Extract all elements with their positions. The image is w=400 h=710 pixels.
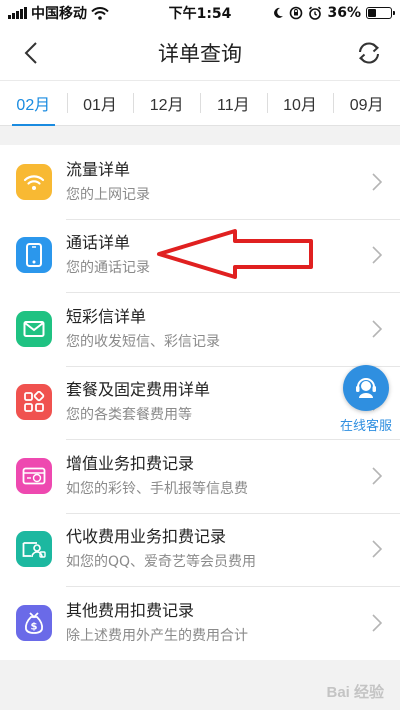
list-item-title: 代收费用业务扣费记录: [66, 527, 227, 547]
back-button[interactable]: [14, 36, 48, 70]
list-item-subtitle: 如您的彩铃、手机报等信息费: [66, 480, 248, 497]
page-title: 详单查询: [158, 42, 242, 66]
moon-icon: [274, 7, 284, 18]
tab-month-3[interactable]: 11月: [200, 80, 267, 126]
mail-icon: [16, 310, 52, 347]
list-item-text: 代收费用业务扣费记录 如您的QQ、爱奇艺等会员费用: [66, 526, 370, 572]
status-bar: 中国移动 下午1:54 36%: [0, 0, 400, 26]
tab-month-1[interactable]: 01月: [66, 80, 134, 126]
chevron-right-icon: [370, 538, 384, 560]
online-service-label: 在线客服: [339, 419, 392, 434]
svg-text:$: $: [31, 621, 38, 632]
refresh-button[interactable]: [352, 36, 386, 70]
battery-fill: [368, 9, 376, 17]
tab-month-0[interactable]: 02月: [0, 80, 67, 126]
wifi-icon: [16, 163, 52, 200]
phone-icon: [16, 237, 52, 274]
signal-icon: [8, 7, 27, 19]
tab-month-2[interactable]: 12月: [133, 80, 200, 126]
tab-month-4[interactable]: 10月: [266, 80, 334, 126]
list-item-text: 增值业务扣费记录 如您的彩铃、手机报等信息费: [66, 453, 370, 499]
list-item-text: 其他费用扣费记录 除上述费用外产生的费用合计: [66, 600, 370, 646]
nav-bar: 详单查询: [0, 26, 400, 80]
alarm-icon: [309, 6, 322, 20]
rotation-lock-icon: [290, 6, 303, 20]
chevron-right-icon: [370, 612, 384, 634]
list-item-text: 流量详单 您的上网记录: [66, 159, 370, 205]
list-item-subtitle: 如您的QQ、爱奇艺等会员费用: [66, 554, 257, 571]
month-tabs: 02月 01月 12月 11月 10月 09月: [0, 80, 400, 126]
list-item-value-added[interactable]: 增值业务扣费记录 如您的彩铃、手机报等信息费: [0, 439, 400, 513]
list-item-subtitle: 您的上网记录: [66, 186, 150, 203]
refresh-icon: [358, 42, 380, 64]
list-item-sms-records[interactable]: 短彩信详单 您的收发短信、彩信记录: [0, 292, 400, 366]
money-bag-icon: $: [16, 604, 52, 641]
carrier-name: 中国移动: [31, 6, 87, 22]
chevron-right-icon: [370, 171, 384, 193]
list-item-other-fees[interactable]: $ 其他费用扣费记录 除上述费用外产生的费用合计: [0, 586, 400, 660]
list-item-title: 增值业务扣费记录: [66, 453, 195, 473]
tab-month-5[interactable]: 09月: [333, 80, 400, 126]
status-left: 中国移动: [8, 3, 109, 23]
grid-icon: [16, 384, 52, 421]
list-item-title: 其他费用扣费记录: [66, 600, 195, 620]
battery-icon: [366, 7, 395, 19]
list-item-title: 流量详单: [66, 159, 131, 179]
headset-icon: [343, 365, 389, 411]
user-card-icon: [16, 531, 52, 568]
list-item-text: 短彩信详单 您的收发短信、彩信记录: [66, 306, 370, 352]
status-right: 36%: [272, 5, 395, 21]
list-item-subtitle: 您的各类套餐费用等: [66, 407, 192, 424]
annotation-arrow-icon: [157, 229, 313, 279]
list-item-title: 套餐及固定费用详单: [66, 380, 211, 400]
watermark: Bai 经验: [326, 684, 384, 701]
chevron-right-icon: [370, 465, 384, 487]
chevron-left-icon: [24, 42, 37, 64]
list-item-data-usage[interactable]: 流量详单 您的上网记录: [0, 145, 400, 219]
online-service-button[interactable]: 在线客服: [336, 365, 396, 434]
list-item-agency-fees[interactable]: 代收费用业务扣费记录 如您的QQ、爱奇艺等会员费用: [0, 512, 400, 587]
list-item-title: 短彩信详单: [66, 306, 147, 326]
list-item-subtitle: 您的收发短信、彩信记录: [66, 333, 220, 350]
list-item-text: 套餐及固定费用详单 您的各类套餐费用等: [66, 379, 370, 425]
yuan-card-icon: [16, 457, 52, 494]
list-item-subtitle: 除上述费用外产生的费用合计: [66, 627, 248, 644]
chevron-right-icon: [370, 244, 384, 266]
chevron-right-icon: [370, 318, 384, 340]
wifi-status-icon: [91, 6, 109, 20]
battery-percent: 36%: [327, 5, 361, 21]
